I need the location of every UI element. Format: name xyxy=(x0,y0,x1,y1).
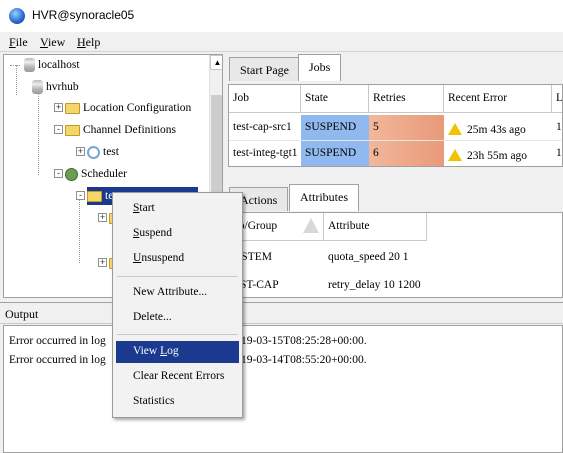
output-line-suffix: 19-03-15T08:25:28+00:00. xyxy=(241,335,367,347)
output-log[interactable]: Error occurred in log 19-03-15T08:25:28+… xyxy=(3,325,563,453)
column-header-retries[interactable]: Retries xyxy=(369,85,444,113)
table-cell-last[interactable]: 18 xyxy=(552,115,562,141)
tree-item-channel-test[interactable]: test xyxy=(87,143,119,161)
column-header-job[interactable]: Job xyxy=(229,85,301,113)
column-header-recent-error[interactable]: Recent Error xyxy=(444,85,552,113)
column-header-state[interactable]: State xyxy=(301,85,369,113)
warning-icon xyxy=(448,123,462,135)
menu-help-mnemonic: H xyxy=(77,35,86,49)
output-panel-header: Output xyxy=(0,302,563,324)
tree-item-scheduler[interactable]: Scheduler xyxy=(65,165,127,183)
menu-help-rest: elp xyxy=(85,35,101,49)
table-cell-job[interactable]: test-cap-src1 xyxy=(229,115,301,141)
expand-selected-item[interactable]: - xyxy=(76,191,85,200)
expand-location-config[interactable]: + xyxy=(54,103,63,112)
expand-channel-test[interactable]: + xyxy=(76,147,85,156)
tree-label-channel-test: test xyxy=(103,146,119,158)
tab-attributes[interactable]: Attributes xyxy=(289,184,359,211)
recent-error-text: 23h 55m ago xyxy=(467,150,528,162)
tree-label-localhost: localhost xyxy=(38,59,80,71)
tree-guide xyxy=(38,89,39,175)
hvr-app-icon xyxy=(9,8,25,24)
output-line-prefix: Error occurred in log xyxy=(9,335,106,347)
menu-file-mnemonic: F xyxy=(9,35,16,49)
table-cell-retries[interactable]: 5 xyxy=(369,115,444,141)
tree-item-location-configuration[interactable]: Location Configuration xyxy=(65,99,191,117)
folder-icon xyxy=(65,102,80,114)
tree-label-channel-definitions: Channel Definitions xyxy=(83,124,176,136)
menu-item-view-log[interactable]: View Log xyxy=(116,341,239,363)
attributes-table: ob/Group Attribute YSTEM quota_speed 20 … xyxy=(228,212,563,298)
menu-bar: File View Help xyxy=(0,32,563,52)
folder-open-icon xyxy=(65,124,80,136)
sort-ascending-icon xyxy=(303,218,319,233)
table-cell-state[interactable]: SUSPEND xyxy=(301,115,369,141)
column-header-group[interactable]: ob/Group xyxy=(229,213,324,241)
menu-item-statistics[interactable]: Statistics xyxy=(116,391,239,413)
expand-child-1[interactable]: + xyxy=(98,213,107,222)
tree-label-location-configuration: Location Configuration xyxy=(83,102,192,114)
menu-item-suspend-rest: uspend xyxy=(139,227,172,239)
menu-item-start[interactable]: Start xyxy=(116,198,239,220)
column-header-attribute[interactable]: Attribute xyxy=(324,213,427,241)
menu-view-mnemonic: V xyxy=(40,35,48,49)
table-cell-job[interactable]: test-integ-tgt1 xyxy=(229,141,301,166)
column-header-last[interactable]: L xyxy=(552,85,562,113)
server-icon xyxy=(24,58,35,72)
title-bar: HVR@synoracle05 xyxy=(0,0,563,32)
tree-guide xyxy=(79,193,80,263)
menu-item-unsuspend[interactable]: Unsuspend xyxy=(116,248,239,270)
tree-item-localhost[interactable]: localhost xyxy=(10,56,80,74)
output-title: Output xyxy=(5,307,39,321)
tab-jobs[interactable]: Jobs xyxy=(298,54,342,81)
menu-item-view-log-post: og xyxy=(167,345,179,357)
menu-file-rest: ile xyxy=(15,35,28,49)
expand-scheduler[interactable]: - xyxy=(54,169,63,178)
warning-icon xyxy=(448,149,462,161)
menu-separator xyxy=(117,276,238,277)
table-cell-retries[interactable]: 6 xyxy=(369,141,444,166)
expand-channel-definitions[interactable]: - xyxy=(54,125,63,134)
table-cell-group[interactable]: EST-CAP xyxy=(229,273,324,297)
menu-item-suspend[interactable]: Suspend xyxy=(116,223,239,245)
menu-item-new-attribute[interactable]: New Attribute... xyxy=(116,282,239,304)
table-cell-attribute[interactable]: retry_delay 10 1200 xyxy=(324,273,524,297)
menu-item-view-log-pre: View xyxy=(133,345,161,357)
tab-start-page[interactable]: Start Page xyxy=(229,57,300,81)
table-cell-recent-error[interactable]: 25m 43s ago xyxy=(444,115,552,141)
menu-file[interactable]: File xyxy=(9,35,28,50)
context-menu: Start Suspend Unsuspend New Attribute...… xyxy=(112,192,243,418)
output-line-suffix: 19-03-14T08:55:20+00:00. xyxy=(241,354,367,366)
table-cell-state[interactable]: SUSPEND xyxy=(301,141,369,166)
output-line-prefix: Error occurred in log xyxy=(9,354,106,366)
scheduler-icon xyxy=(65,167,78,181)
table-cell-last[interactable]: 1c xyxy=(552,141,562,166)
menu-item-clear-recent-errors[interactable]: Clear Recent Errors xyxy=(116,366,239,388)
menu-separator xyxy=(117,334,238,335)
window-title: HVR@synoracle05 xyxy=(32,8,135,22)
expand-child-2[interactable]: + xyxy=(98,258,107,267)
menu-view[interactable]: View xyxy=(40,35,65,50)
menu-item-start-rest: tart xyxy=(139,202,155,214)
menu-view-rest: iew xyxy=(47,35,66,49)
menu-item-unsuspend-rest: nsuspend xyxy=(141,252,185,264)
tree-label-hvrhub: hvrhub xyxy=(46,81,79,93)
tree-label-scheduler: Scheduler xyxy=(81,168,127,180)
jobs-table: Job State Retries Recent Error L test-ca… xyxy=(228,84,563,167)
scroll-up-arrow-icon[interactable]: ▲ xyxy=(210,55,222,70)
hub-database-icon xyxy=(32,80,43,94)
menu-item-delete[interactable]: Delete... xyxy=(116,307,239,329)
table-cell-recent-error[interactable]: 23h 55m ago xyxy=(444,141,552,166)
tree-item-hvrhub[interactable]: hvrhub xyxy=(32,78,79,96)
tree-item-channel-definitions[interactable]: Channel Definitions xyxy=(65,121,176,139)
folder-icon xyxy=(87,190,102,202)
channel-icon xyxy=(87,145,100,159)
table-cell-group[interactable]: YSTEM xyxy=(229,245,324,271)
table-cell-attribute[interactable]: quota_speed 20 1 xyxy=(324,245,524,271)
menu-help[interactable]: Help xyxy=(77,35,100,50)
recent-error-text: 25m 43s ago xyxy=(467,124,526,136)
